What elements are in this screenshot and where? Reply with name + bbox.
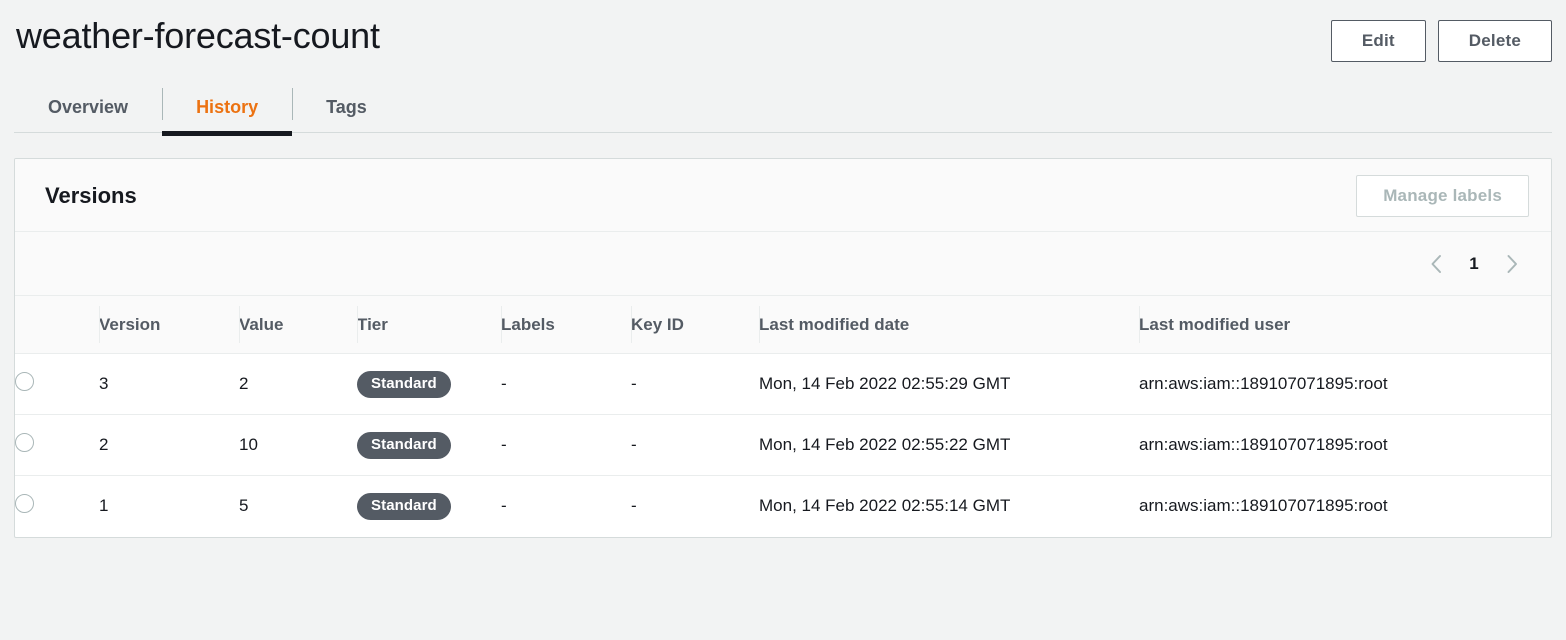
- column-header-key-id: Key ID: [631, 296, 759, 354]
- versions-table-body: 3 2 Standard - - Mon, 14 Feb 2022 02:55:…: [15, 353, 1551, 537]
- tier-badge: Standard: [357, 492, 451, 520]
- column-header-select: [15, 296, 99, 354]
- cell-labels: -: [501, 353, 631, 415]
- tab-tags[interactable]: Tags: [292, 84, 401, 132]
- cell-last-modified-user: arn:aws:iam::189107071895:root: [1139, 496, 1388, 516]
- tier-badge: Standard: [357, 431, 451, 459]
- tab-overview[interactable]: Overview: [14, 84, 162, 132]
- pagination-page-1[interactable]: 1: [1467, 254, 1481, 274]
- cell-last-modified-user: arn:aws:iam::189107071895:root: [1139, 414, 1551, 476]
- row-radio-button[interactable]: [15, 494, 34, 514]
- page-title: weather-forecast-count: [16, 15, 380, 56]
- versions-card-header: Versions Manage labels: [15, 159, 1551, 231]
- chevron-right-icon[interactable]: [1499, 251, 1525, 277]
- tier-badge: Standard: [357, 370, 451, 398]
- cell-labels: -: [501, 496, 507, 516]
- table-toolbar: 1: [15, 231, 1551, 295]
- header-actions: Edit Delete: [1330, 14, 1552, 62]
- column-header-version: Version: [99, 296, 239, 354]
- cell-version: 3: [99, 353, 239, 415]
- cell-tier: Standard: [357, 353, 501, 415]
- cell-last-modified-date: Mon, 14 Feb 2022 02:55:14 GMT: [759, 496, 1011, 516]
- column-header-last-modified-date: Last modified date: [759, 296, 1139, 354]
- column-header-value: Value: [239, 296, 357, 354]
- cell-version: 2: [99, 414, 239, 476]
- row-select-cell: [15, 353, 99, 415]
- tabs-container: Overview History Tags: [0, 84, 1566, 136]
- row-select-cell: [15, 414, 99, 476]
- cell-last-modified-user: arn:aws:iam::189107071895:root: [1139, 353, 1551, 415]
- cell-key-id: -: [631, 414, 759, 476]
- table-row[interactable]: 3 2 Standard - - Mon, 14 Feb 2022 02:55:…: [15, 353, 1551, 415]
- tab-list: Overview History Tags: [14, 84, 1552, 136]
- column-header-last-modified-user: Last modified user: [1139, 296, 1551, 354]
- cell-key-id: -: [631, 353, 759, 415]
- tab-history[interactable]: History: [162, 84, 293, 136]
- table-header-row: Version Value Tier Labels Key ID Last mo…: [15, 295, 1551, 354]
- cell-last-modified-date: Mon, 14 Feb 2022 02:55:22 GMT: [759, 414, 1139, 476]
- cell-key-id: -: [631, 496, 637, 516]
- pagination: 1: [1423, 251, 1525, 277]
- row-select-cell: [15, 476, 99, 537]
- versions-table-head: Version Value Tier Labels Key ID Last mo…: [15, 295, 1551, 354]
- table-row[interactable]: 1 5 Standard - - Mon, 14 Feb 2022 02:55:…: [15, 476, 1551, 537]
- versions-title: Versions: [45, 183, 137, 208]
- cell-labels: -: [501, 414, 631, 476]
- cell-version: 1: [99, 496, 109, 516]
- row-radio-button[interactable]: [15, 372, 34, 391]
- cell-tier: Standard: [357, 476, 501, 537]
- cell-last-modified-date: Mon, 14 Feb 2022 02:55:29 GMT: [759, 353, 1139, 415]
- chevron-left-icon[interactable]: [1423, 251, 1449, 277]
- edit-button[interactable]: Edit: [1330, 20, 1426, 62]
- row-radio-button[interactable]: [15, 433, 34, 452]
- versions-table: Version Value Tier Labels Key ID Last mo…: [15, 295, 1551, 537]
- cell-value: 10: [239, 414, 357, 476]
- column-header-tier: Tier: [357, 296, 501, 354]
- page-header: weather-forecast-count Edit Delete: [0, 0, 1566, 62]
- table-row[interactable]: 2 10 Standard - - Mon, 14 Feb 2022 02:55…: [15, 414, 1551, 476]
- cell-value: 2: [239, 353, 357, 415]
- delete-button[interactable]: Delete: [1437, 20, 1552, 62]
- cell-tier: Standard: [357, 414, 501, 476]
- manage-labels-button[interactable]: Manage labels: [1356, 175, 1529, 217]
- versions-card: Versions Manage labels 1 Version Value T…: [14, 158, 1552, 538]
- column-header-labels: Labels: [501, 296, 631, 354]
- cell-value: 5: [239, 496, 249, 516]
